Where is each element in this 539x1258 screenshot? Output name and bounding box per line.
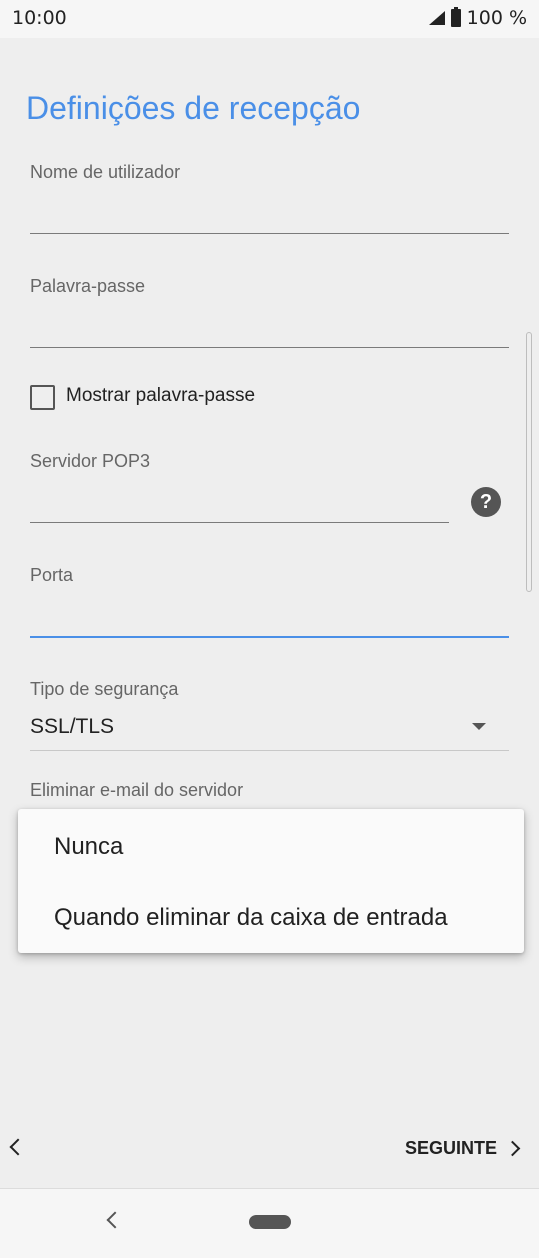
system-navigation-bar [0, 1188, 539, 1258]
system-back-icon[interactable] [106, 1211, 124, 1229]
next-button[interactable]: SEGUINTE [405, 1138, 521, 1159]
scrollbar[interactable] [526, 332, 532, 592]
page-title: Definições de recepção [26, 90, 361, 126]
pop3-server-label: Servidor POP3 [30, 451, 151, 471]
username-input[interactable] [30, 233, 509, 234]
dropdown-arrow-icon[interactable] [472, 723, 486, 730]
port-input[interactable] [30, 636, 509, 638]
battery-icon [450, 7, 461, 27]
delete-option-menu: Nunca Quando eliminar da caixa de entrad… [18, 809, 524, 953]
pop3-server-input[interactable] [30, 522, 449, 523]
chevron-right-icon [504, 1140, 521, 1157]
help-icon[interactable]: ? [471, 487, 501, 517]
username-label: Nome de utilizador [30, 162, 181, 182]
password-input[interactable] [30, 347, 509, 348]
menu-item-when-deleted-from-inbox[interactable]: Quando eliminar da caixa de entrada [54, 904, 448, 932]
status-time: 10:00 [12, 7, 67, 29]
show-password-checkbox[interactable] [30, 385, 55, 410]
bottom-navigation [0, 1000, 539, 1188]
signal-icon [428, 11, 445, 25]
system-home-pill[interactable] [249, 1215, 291, 1229]
menu-item-never[interactable]: Nunca [54, 833, 123, 861]
security-type-select[interactable]: SSL/TLS [30, 715, 114, 739]
security-type-label: Tipo de segurança [30, 679, 179, 699]
show-password-label[interactable]: Mostrar palavra-passe [66, 385, 255, 407]
port-label: Porta [30, 565, 74, 585]
password-label: Palavra-passe [30, 276, 146, 296]
status-indicators: 100 % [428, 7, 527, 29]
battery-level: 100 % [466, 7, 527, 29]
security-type-underline [30, 750, 509, 751]
delete-from-server-label: Eliminar e-mail do servidor [30, 780, 244, 800]
status-bar: 10:00 100 % [0, 0, 539, 38]
next-button-label: SEGUINTE [405, 1138, 498, 1158]
